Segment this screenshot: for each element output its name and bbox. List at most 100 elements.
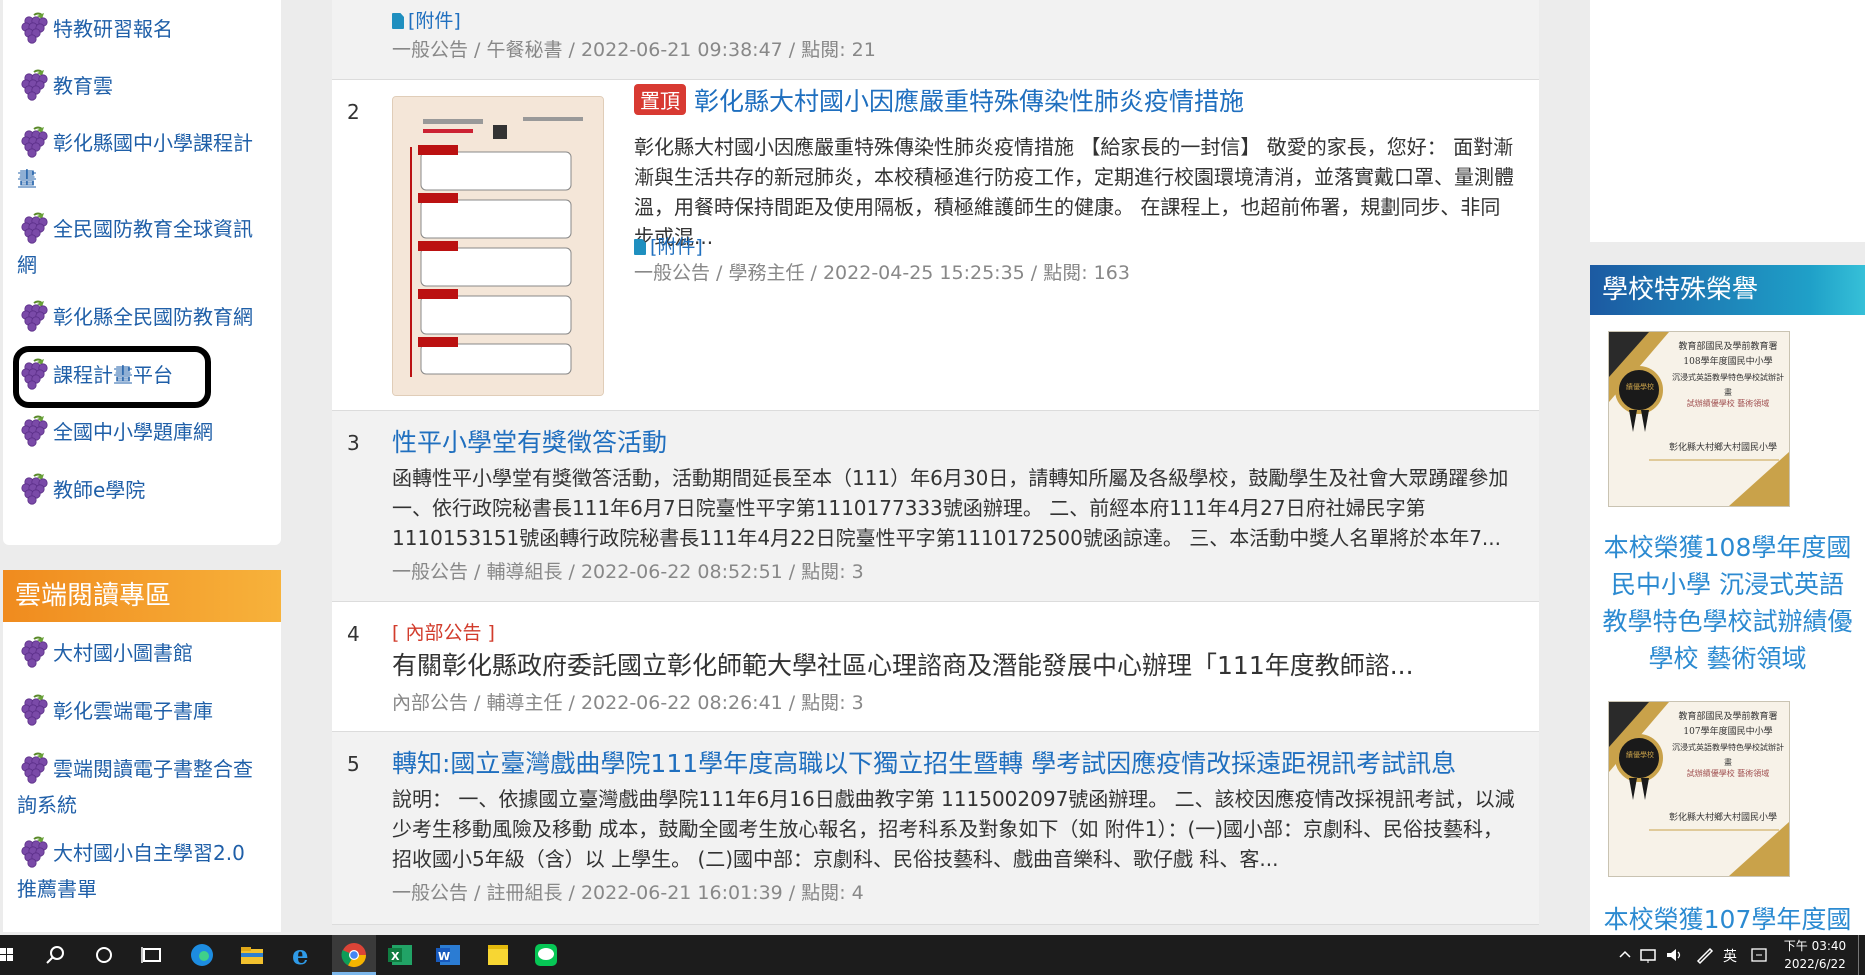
windows-start-icon[interactable]: [0, 941, 28, 969]
sticky-notes-icon[interactable]: [484, 941, 512, 969]
news-item-previous: [附件] 一般公告 / 午餐秘書 / 2022-06-21 09:38:47 /…: [332, 0, 1539, 80]
search-icon[interactable]: [42, 941, 70, 969]
news-meta: 一般公告 / 學務主任 / 2022-04-25 15:25:35 / 點閱: …: [634, 262, 1130, 284]
right-top-panel: [1590, 0, 1865, 242]
clock[interactable]: 下午 03:40 2022/6/22: [1780, 937, 1850, 973]
news-title[interactable]: 性平小學堂有獎徵答活動: [392, 423, 667, 459]
cert-line: 教育部國民及學前教育署: [1678, 342, 1778, 352]
excel-icon[interactable]: X: [386, 941, 414, 969]
cert-line: 試辦績優學校 藝術領域: [1686, 399, 1770, 408]
link-label: 全民國防教育全球資訊網: [17, 217, 253, 277]
honor-certificate-image[interactable]: 教育部國民及學前教育署 107學年度國民中小學 沉浸式英語教學特色學校試辦計畫 …: [1608, 701, 1790, 877]
attachment-label: [附件]: [408, 10, 461, 32]
link-label: 教育雲: [53, 74, 113, 98]
highlight-circle-annotation: [13, 346, 211, 408]
cert-line: 彰化縣大村鄉大村國民小學: [1668, 443, 1777, 453]
link-school-library[interactable]: 大村國小圖書館: [3, 636, 281, 672]
grape-icon: [17, 414, 51, 448]
cert-line: 沉浸式英語教學特色學校試辦計畫: [1672, 743, 1784, 767]
task-view-icon[interactable]: [138, 941, 166, 969]
cert-line: 教育部國民及學前教育署: [1678, 712, 1778, 722]
cloud-reading-panel: 大村國小圖書館 彰化雲端電子書庫 雲端閱讀電子書整合查詢系統 大村國小自主學習2…: [3, 622, 281, 932]
link-label: 彰化縣國中小學課程計畫: [17, 131, 253, 191]
link-teacher-training[interactable]: 特教研習報名: [3, 12, 281, 48]
news-summary: 函轉性平小學堂有獎徵答活動，活動期間延長至本（111）年6月30日，請轉知所屬及…: [392, 466, 1509, 550]
grape-icon: [17, 211, 51, 245]
svg-text:e: e: [292, 941, 309, 969]
section-title: 學校特殊榮譽: [1602, 275, 1759, 305]
link-curriculum-plan-county[interactable]: 彰化縣國中小學課程計畫: [3, 126, 267, 197]
cert-seal: 績優學校: [1626, 383, 1654, 391]
news-item: 3 性平小學堂有獎徵答活動 函轉性平小學堂有獎徵答活動，活動期間延長至本（111…: [332, 411, 1539, 602]
link-changhua-ebook[interactable]: 彰化雲端電子書庫: [3, 694, 281, 730]
useful-links-panel: 特教研習報名 教育雲 彰化縣國中小學課程計畫 全民國防教育全球資訊網 彰化縣全民…: [3, 0, 281, 545]
attachment-link[interactable]: [附件]: [392, 6, 461, 33]
clock-date: 2022/6/22: [1784, 957, 1846, 971]
link-teacher-e-academy[interactable]: 教師e學院: [3, 473, 281, 509]
link-label: 特教研習報名: [53, 17, 173, 41]
news-number: 3: [347, 431, 360, 455]
link-self-learning-booklist[interactable]: 大村國小自主學習2.0推薦書單: [3, 836, 267, 907]
link-question-bank[interactable]: 全國中小學題庫網: [3, 415, 281, 451]
link-label: 彰化雲端電子書庫: [53, 699, 213, 723]
attachment-link[interactable]: [附件]: [634, 232, 703, 259]
grape-icon: [17, 299, 51, 333]
cert-line: 107學年度國民中小學: [1683, 727, 1773, 737]
grape-icon: [17, 693, 51, 727]
chevron-up-icon[interactable]: [1618, 943, 1632, 967]
news-title[interactable]: 有關彰化縣政府委託國立彰化師範大學社區心理諮商及潛能發展中心辦理「111年度教師…: [392, 646, 1414, 682]
pen-icon[interactable]: [1694, 943, 1716, 967]
link-label: 全國中小學題庫網: [53, 420, 213, 444]
link-label: 大村國小自主學習2.0推薦書單: [17, 841, 245, 901]
grape-icon: [17, 68, 51, 102]
honor-certificate-image[interactable]: 教育部國民及學前教育署 108學年度國民中小學 沉浸式英語教學特色學校試辦計畫 …: [1608, 331, 1790, 507]
edge-browser-icon[interactable]: [188, 941, 216, 969]
cloud-reading-header: 雲端閱讀專區: [3, 570, 281, 622]
file-icon: [392, 13, 404, 29]
link-label: 彰化縣全民國防教育網: [53, 305, 253, 329]
news-summary: 說明： 一、依據國立臺灣戲曲學院111年6月16日戲曲教字第 111500209…: [392, 787, 1515, 871]
grape-icon: [17, 835, 51, 869]
link-label: 雲端閱讀電子書整合查詢系統: [17, 757, 253, 817]
news-number: 4: [347, 622, 360, 646]
internal-tag: [ 內部公告 ]: [392, 622, 495, 644]
thumbnail-image: [393, 97, 603, 395]
news-meta: 一般公告 / 輔導組長 / 2022-06-22 08:52:51 / 點閱: …: [392, 561, 864, 583]
volume-icon[interactable]: [1664, 943, 1686, 967]
grape-icon: [17, 751, 51, 785]
grape-icon: [17, 11, 51, 45]
windows-taskbar: e X W 英 下午 03:40 2022/6/22: [0, 935, 1865, 975]
file-explorer-icon[interactable]: [238, 941, 266, 969]
news-thumbnail[interactable]: [392, 96, 604, 396]
news-summary: 彰化縣大村國小因應嚴重特殊傳染性肺炎疫情措施 【給家長的一封信】 敬愛的家長，您…: [634, 135, 1514, 249]
news-item: 4 [ 內部公告 ] 有關彰化縣政府委託國立彰化師範大學社區心理諮商及潛能發展中…: [332, 602, 1539, 732]
news-number: 2: [347, 100, 360, 124]
internet-explorer-icon[interactable]: e: [288, 941, 316, 969]
school-honors-panel: 教育部國民及學前教育署 108學年度國民中小學 沉浸式英語教學特色學校試辦計畫 …: [1590, 315, 1865, 935]
news-title[interactable]: 轉知:國立臺灣戲曲學院111學年度高職以下獨立招生暨轉 學考試因應疫情改採遠距視…: [392, 744, 1456, 780]
pinned-badge: 置頂: [634, 84, 686, 115]
link-education-cloud[interactable]: 教育雲: [3, 69, 281, 105]
line-app-icon[interactable]: [532, 941, 560, 969]
ime-indicator[interactable]: 英: [1723, 946, 1737, 966]
news-meta: 一般公告 / 註冊組長 / 2022-06-21 16:01:39 / 點閱: …: [392, 882, 864, 904]
grape-icon: [17, 125, 51, 159]
ime-mode-icon[interactable]: [1748, 943, 1770, 967]
cortana-icon[interactable]: [90, 941, 118, 969]
honor-caption[interactable]: 本校榮獲108學年度國民中小學 沉浸式英語教學特色學校試辦績優學校 藝術領域: [1600, 529, 1855, 677]
taskbar-active-app[interactable]: [332, 935, 376, 975]
honor-caption[interactable]: 本校榮獲107學年度國: [1600, 901, 1855, 938]
word-icon[interactable]: W: [434, 941, 462, 969]
show-desktop-button[interactable]: [1858, 935, 1859, 975]
news-meta: 一般公告 / 午餐秘書 / 2022-06-21 09:38:47 / 點閱: …: [392, 39, 876, 61]
news-number: 5: [347, 752, 360, 776]
cert-line: 沉浸式英語教學特色學校試辦計畫: [1672, 373, 1784, 397]
link-label: 教師e學院: [53, 478, 146, 502]
svg-text:W: W: [438, 950, 450, 963]
network-icon[interactable]: [1638, 943, 1660, 967]
link-ebook-search-system[interactable]: 雲端閱讀電子書整合查詢系統: [3, 752, 267, 823]
link-national-defense-global[interactable]: 全民國防教育全球資訊網: [3, 212, 267, 283]
chrome-icon: [341, 943, 366, 968]
link-national-defense-county[interactable]: 彰化縣全民國防教育網: [3, 300, 281, 336]
news-title[interactable]: 彰化縣大村國小因應嚴重特殊傳染性肺炎疫情措施: [694, 87, 1244, 116]
